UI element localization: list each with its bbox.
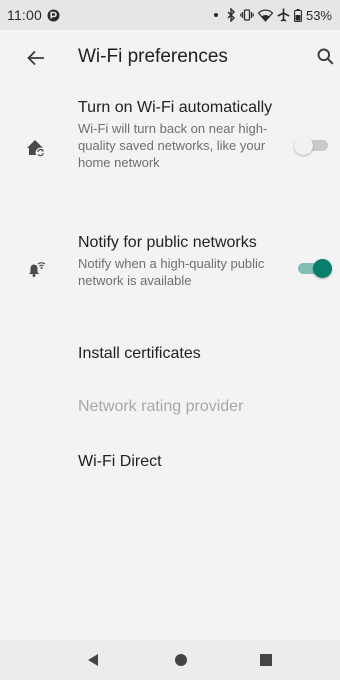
pref-text: Install certificates [78, 344, 283, 364]
pref-title: Install certificates [78, 345, 201, 362]
pref-notify-public-networks[interactable]: Notify for public networks Notify when a… [0, 231, 340, 313]
page-title: Wi-Fi preferences [78, 46, 228, 67]
pref-turn-on-wifi-automatically[interactable]: Turn on Wi-Fi automatically Wi-Fi will t… [0, 96, 340, 200]
navigation-bar [0, 640, 340, 680]
pref-install-certificates[interactable]: Install certificates [0, 331, 340, 377]
pref-wifi-direct[interactable]: Wi-Fi Direct [0, 440, 340, 486]
battery-percent: 53% [305, 7, 332, 23]
square-recents-icon [260, 654, 272, 666]
notify-public-switch[interactable] [294, 256, 334, 280]
search-button[interactable] [313, 44, 337, 68]
pref-title: Network rating provider [78, 398, 244, 415]
pref-text: Wi-Fi Direct [78, 452, 283, 472]
wifi-home-sync-icon [24, 136, 48, 160]
triangle-back-icon [88, 654, 98, 666]
circle-home-icon [175, 654, 187, 666]
pref-summary: Notify when a high-quality public networ… [78, 256, 265, 288]
nav-recents-button[interactable] [255, 649, 277, 671]
search-icon [317, 48, 334, 65]
pref-network-rating-provider: Network rating provider [0, 385, 340, 431]
battery-icon [294, 8, 302, 22]
nav-back-button[interactable] [82, 649, 104, 671]
pref-text: Network rating provider [78, 397, 283, 417]
notification-wifi-icon [24, 256, 48, 280]
bluetooth-icon [226, 8, 236, 22]
wifi-icon [257, 8, 273, 22]
notification-dot-icon [47, 9, 60, 22]
pref-title: Turn on Wi-Fi automatically [78, 99, 273, 116]
wifi-auto-switch[interactable] [294, 133, 334, 157]
status-bar: 11:00 53% [0, 0, 340, 30]
pref-text: Notify for public networks Notify when a… [78, 233, 283, 289]
switch-thumb [313, 259, 332, 278]
nav-home-button[interactable] [170, 649, 192, 671]
vibrate-icon [240, 8, 254, 22]
pref-text: Turn on Wi-Fi automatically Wi-Fi will t… [78, 98, 283, 171]
app-bar: Wi-Fi preferences [0, 30, 340, 86]
back-button[interactable] [24, 46, 48, 70]
pref-title: Wi-Fi Direct [78, 453, 162, 470]
pref-title: Notify for public networks [78, 234, 257, 251]
pref-summary: Wi-Fi will turn back on near high-qualit… [78, 121, 268, 170]
airplane-mode-icon [277, 8, 290, 22]
arrow-back-icon [27, 50, 44, 66]
status-icons: 53% [213, 7, 332, 23]
switch-thumb [294, 136, 313, 155]
dot-icon [213, 13, 218, 17]
status-time: 11:00 [7, 7, 42, 23]
